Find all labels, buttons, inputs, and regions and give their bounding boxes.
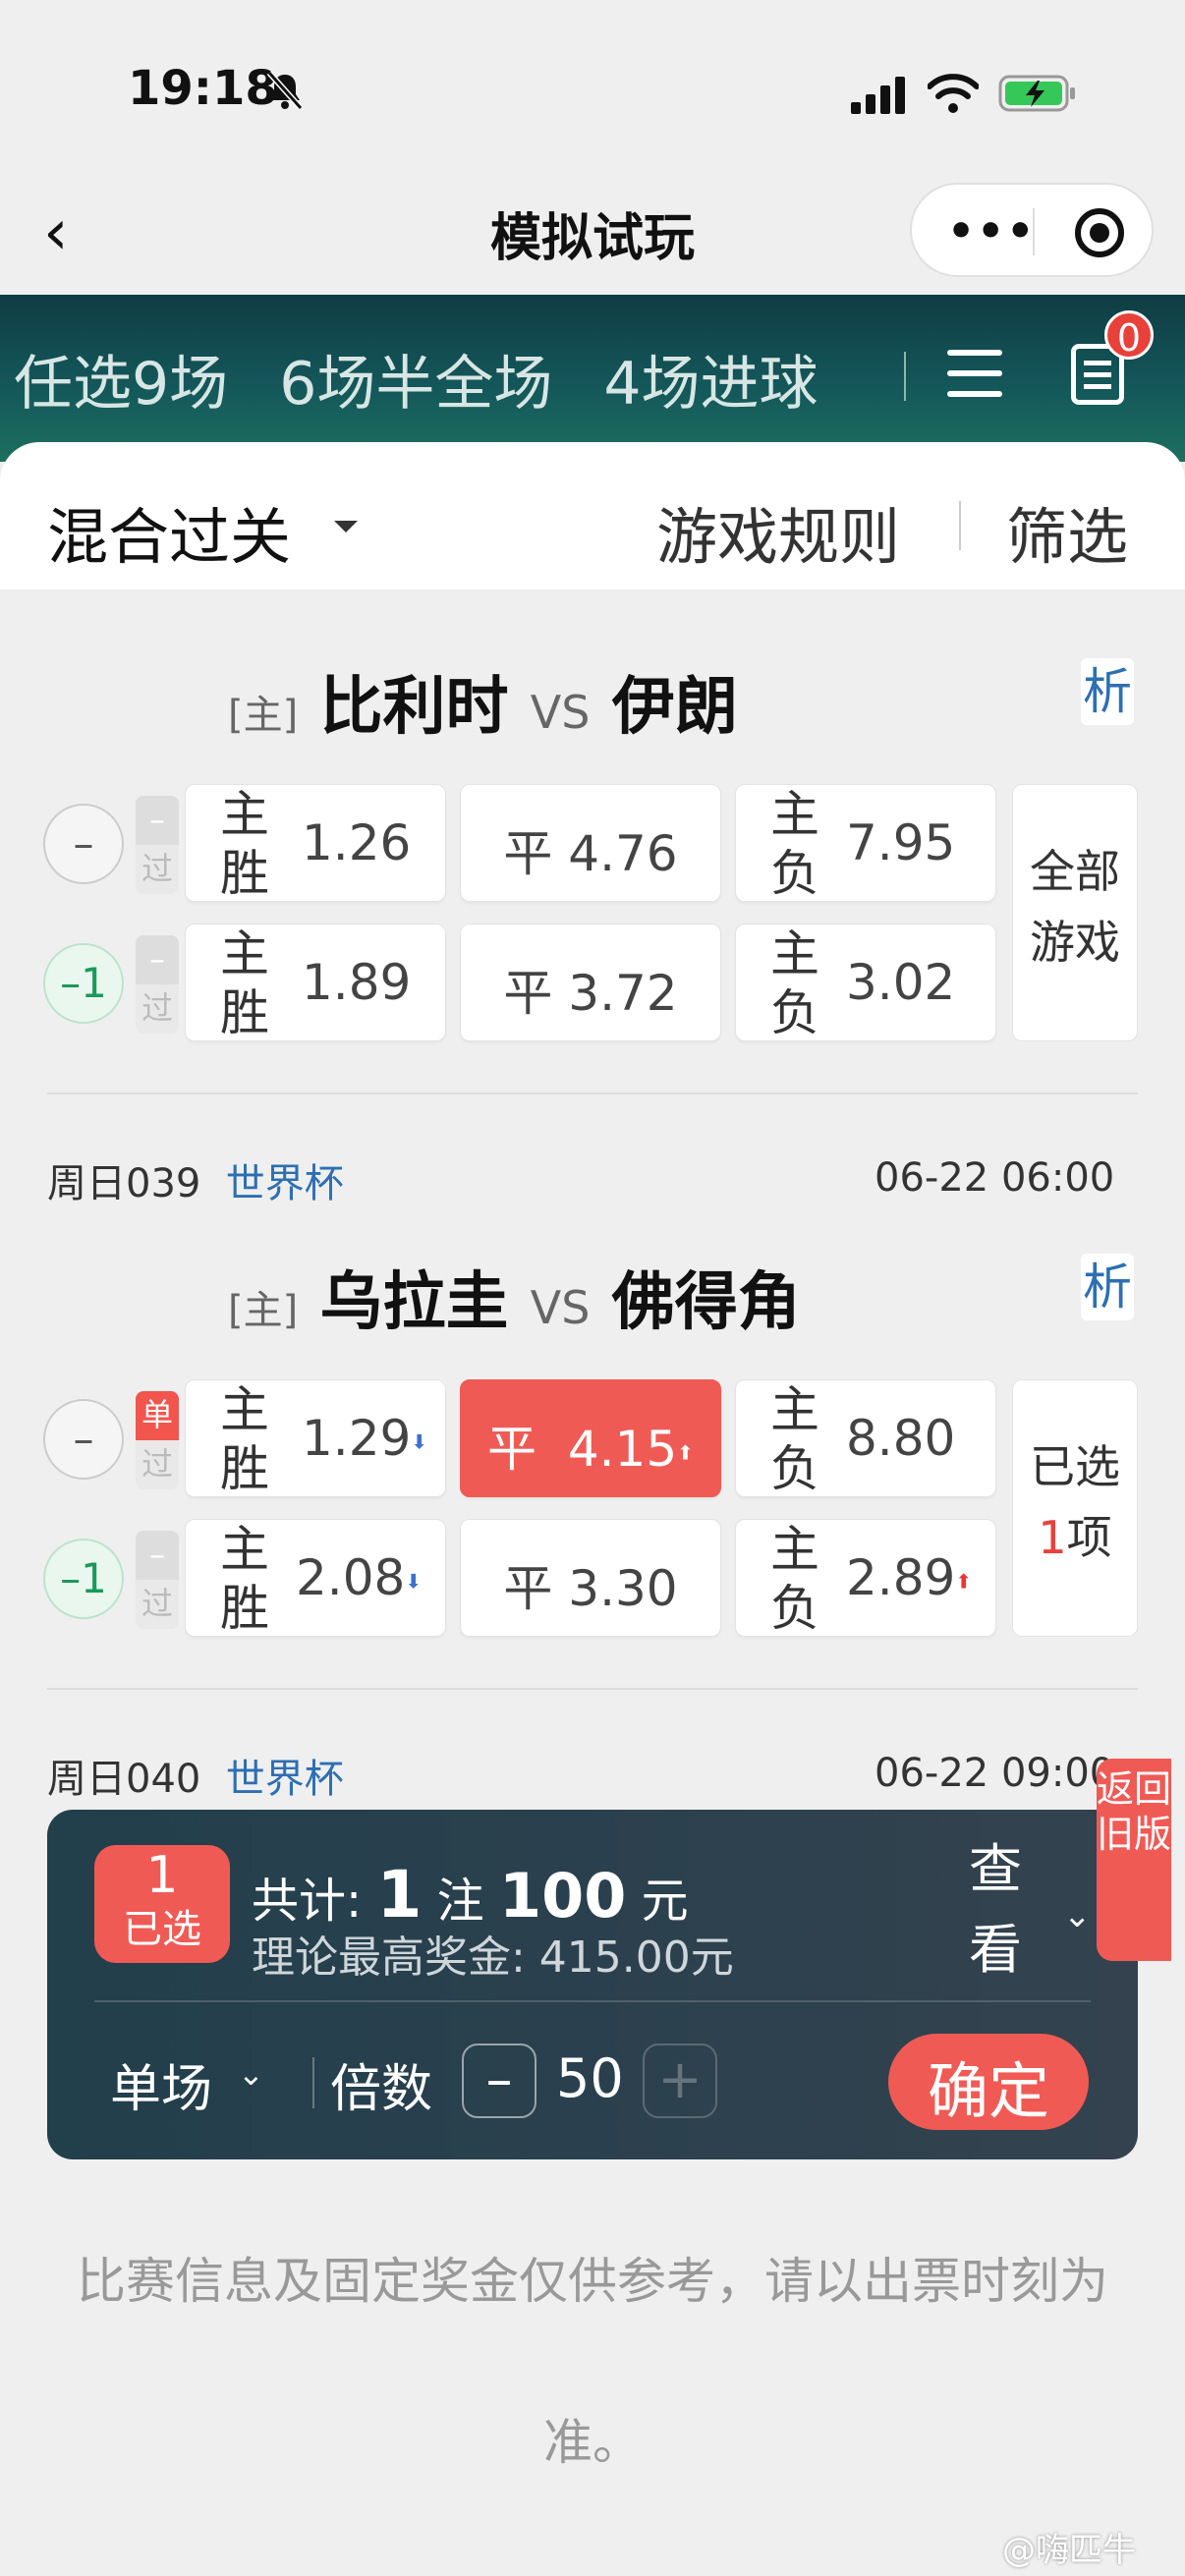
handicap-badge: – (43, 1399, 124, 1480)
selected-box[interactable]: 1 已选 (94, 1845, 230, 1963)
wifi-icon (928, 74, 979, 113)
more-icon[interactable]: ••• (947, 206, 1036, 256)
analysis-button[interactable]: 析 (1081, 658, 1134, 725)
caret-down-icon[interactable] (334, 521, 358, 532)
bell-muted-icon (266, 71, 304, 110)
handicap-badge: – (43, 804, 124, 884)
odds-down-icon: ⬇ (411, 1429, 428, 1454)
home-team: 乌拉圭 (319, 1266, 509, 1339)
multiplier-value[interactable]: 50 (556, 2047, 624, 2109)
odds-home-win[interactable]: 主胜 1.89 (185, 924, 446, 1041)
battery-charging-icon (998, 75, 1075, 112)
analysis-button[interactable]: 析 (1081, 1254, 1134, 1320)
tab-r9[interactable]: 任选9场 (14, 350, 228, 419)
home-team: 比利时 (319, 671, 509, 744)
odds-home-win[interactable]: 主胜 2.08⬇ (185, 1519, 446, 1637)
odds-home-lose[interactable]: 主负 3.02 (735, 924, 996, 1041)
match-code: 周日039 (47, 1161, 201, 1206)
menu-icon[interactable] (947, 350, 1002, 399)
single-pass-tag: 单过 (136, 1391, 179, 1489)
odds-home-lose[interactable]: 主负 8.80 (735, 1379, 996, 1497)
host-tag: [主] (228, 693, 299, 738)
match-code: 周日040 (47, 1757, 201, 1802)
match-teams: [主] 乌拉圭 VS 佛得角 (228, 1266, 801, 1339)
pass-tag: – 过 (136, 935, 179, 1034)
odds-down-icon: ⬇ (405, 1569, 423, 1594)
confirm-button[interactable]: 确定 (888, 2034, 1089, 2130)
host-tag: [主] (228, 1288, 299, 1333)
tab-6half[interactable]: 6场半全场 (279, 350, 552, 419)
cart-count-badge: 0 (1104, 310, 1154, 360)
odds-home-lose[interactable]: 主负 2.89⬆ (735, 1519, 996, 1637)
chevron-down-icon[interactable]: ⌄ (1063, 1896, 1092, 1935)
odds-home-lose[interactable]: 主负 7.95 (735, 784, 996, 902)
odds-home-win[interactable]: 主胜 1.26 (185, 784, 446, 902)
mode-dropdown[interactable]: 混合过关 (47, 487, 291, 576)
signal-icon (851, 77, 905, 114)
handicap-badge: –1 (43, 943, 124, 1024)
pass-tag: – 过 (136, 796, 179, 894)
multiplier-label: 倍数 (330, 2060, 433, 2119)
league-link[interactable]: 世界杯 (226, 1161, 344, 1206)
all-games-button[interactable]: 全部 游戏 (1012, 784, 1138, 1041)
watermark: @嗨匹牛 (1002, 2531, 1136, 2570)
match-time: 06-22 09:00 (875, 1751, 1115, 1796)
handicap-badge: –1 (43, 1539, 124, 1619)
filter-link[interactable]: 筛选 (1006, 487, 1128, 576)
chevron-down-icon[interactable]: ⌄ (238, 2055, 264, 2093)
odds-draw-selected[interactable]: 平 4.15⬆ (460, 1379, 721, 1497)
odds-up-icon: ⬆ (955, 1569, 973, 1594)
multiplier-minus-button[interactable]: – (462, 2044, 536, 2118)
odds-home-win[interactable]: 主胜 1.29⬇ (185, 1379, 446, 1497)
mini-program-capsule: ••• (910, 183, 1154, 277)
match-teams: [主] 比利时 VS 伊朗 (228, 671, 738, 744)
match-header: 周日039 世界杯 (47, 1151, 344, 1208)
tab-4goals[interactable]: 4场进球 (603, 350, 818, 419)
return-old-version-button[interactable]: 返回旧版 (1097, 1759, 1171, 1961)
multiplier-plus-button[interactable]: + (643, 2044, 717, 2118)
close-target-icon[interactable] (1075, 208, 1124, 257)
rules-link[interactable]: 游戏规则 (656, 487, 900, 576)
odds-draw[interactable]: 平 3.30 (460, 1519, 721, 1637)
max-prize: 理论最高奖金: 415.00元 (252, 1932, 734, 1983)
league-link[interactable]: 世界杯 (226, 1757, 344, 1802)
away-team: 伊朗 (611, 671, 738, 744)
play-type-tabs: 任选9场 6场半全场 4场进球 (14, 336, 875, 421)
bet-mode-dropdown[interactable]: 单场 (110, 2047, 212, 2121)
match-time: 06-22 06:00 (875, 1155, 1115, 1201)
odds-up-icon: ⬆ (677, 1440, 694, 1465)
odds-draw[interactable]: 平 3.72 (460, 924, 721, 1041)
match-header: 周日040 世界杯 (47, 1747, 344, 1804)
odds-draw[interactable]: 平 4.76 (460, 784, 721, 902)
away-team: 佛得角 (611, 1266, 801, 1339)
pass-tag: – 过 (136, 1531, 179, 1629)
disclaimer: 比赛信息及固定奖金仅供参考，请以出票时刻为准。 (77, 2253, 1108, 2471)
view-detail-button[interactable]: 查看明细 (969, 1829, 1028, 1996)
status-time: 19:18 (128, 61, 278, 116)
selected-count-button[interactable]: 已选 1项 (1012, 1379, 1138, 1637)
